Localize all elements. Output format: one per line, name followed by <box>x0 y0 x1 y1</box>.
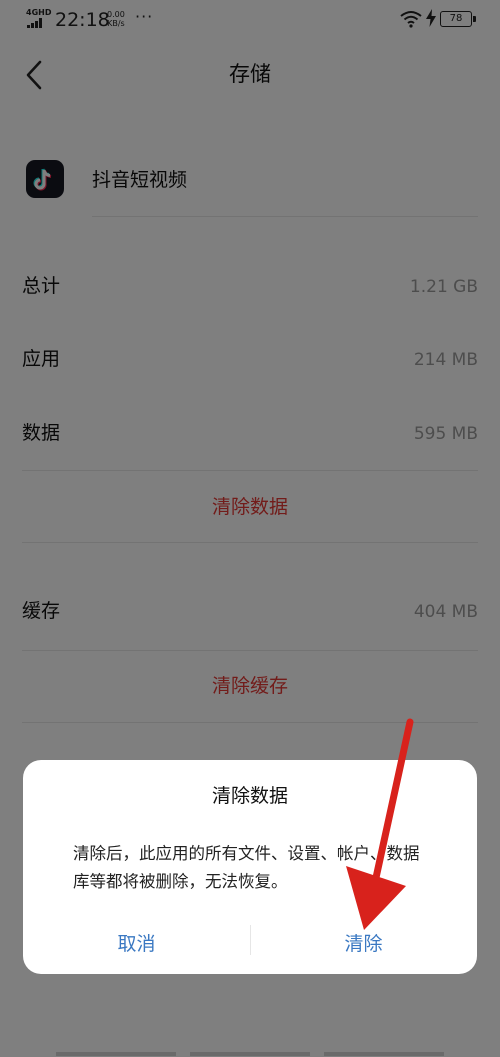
navigation-bar <box>56 1052 444 1056</box>
cancel-button[interactable]: 取消 <box>23 926 250 962</box>
annotation-arrow-icon <box>346 718 414 930</box>
storage-settings-screen: 4GHD 22:18 0.00 KB/s ··· 78 存储 <box>0 0 500 1057</box>
